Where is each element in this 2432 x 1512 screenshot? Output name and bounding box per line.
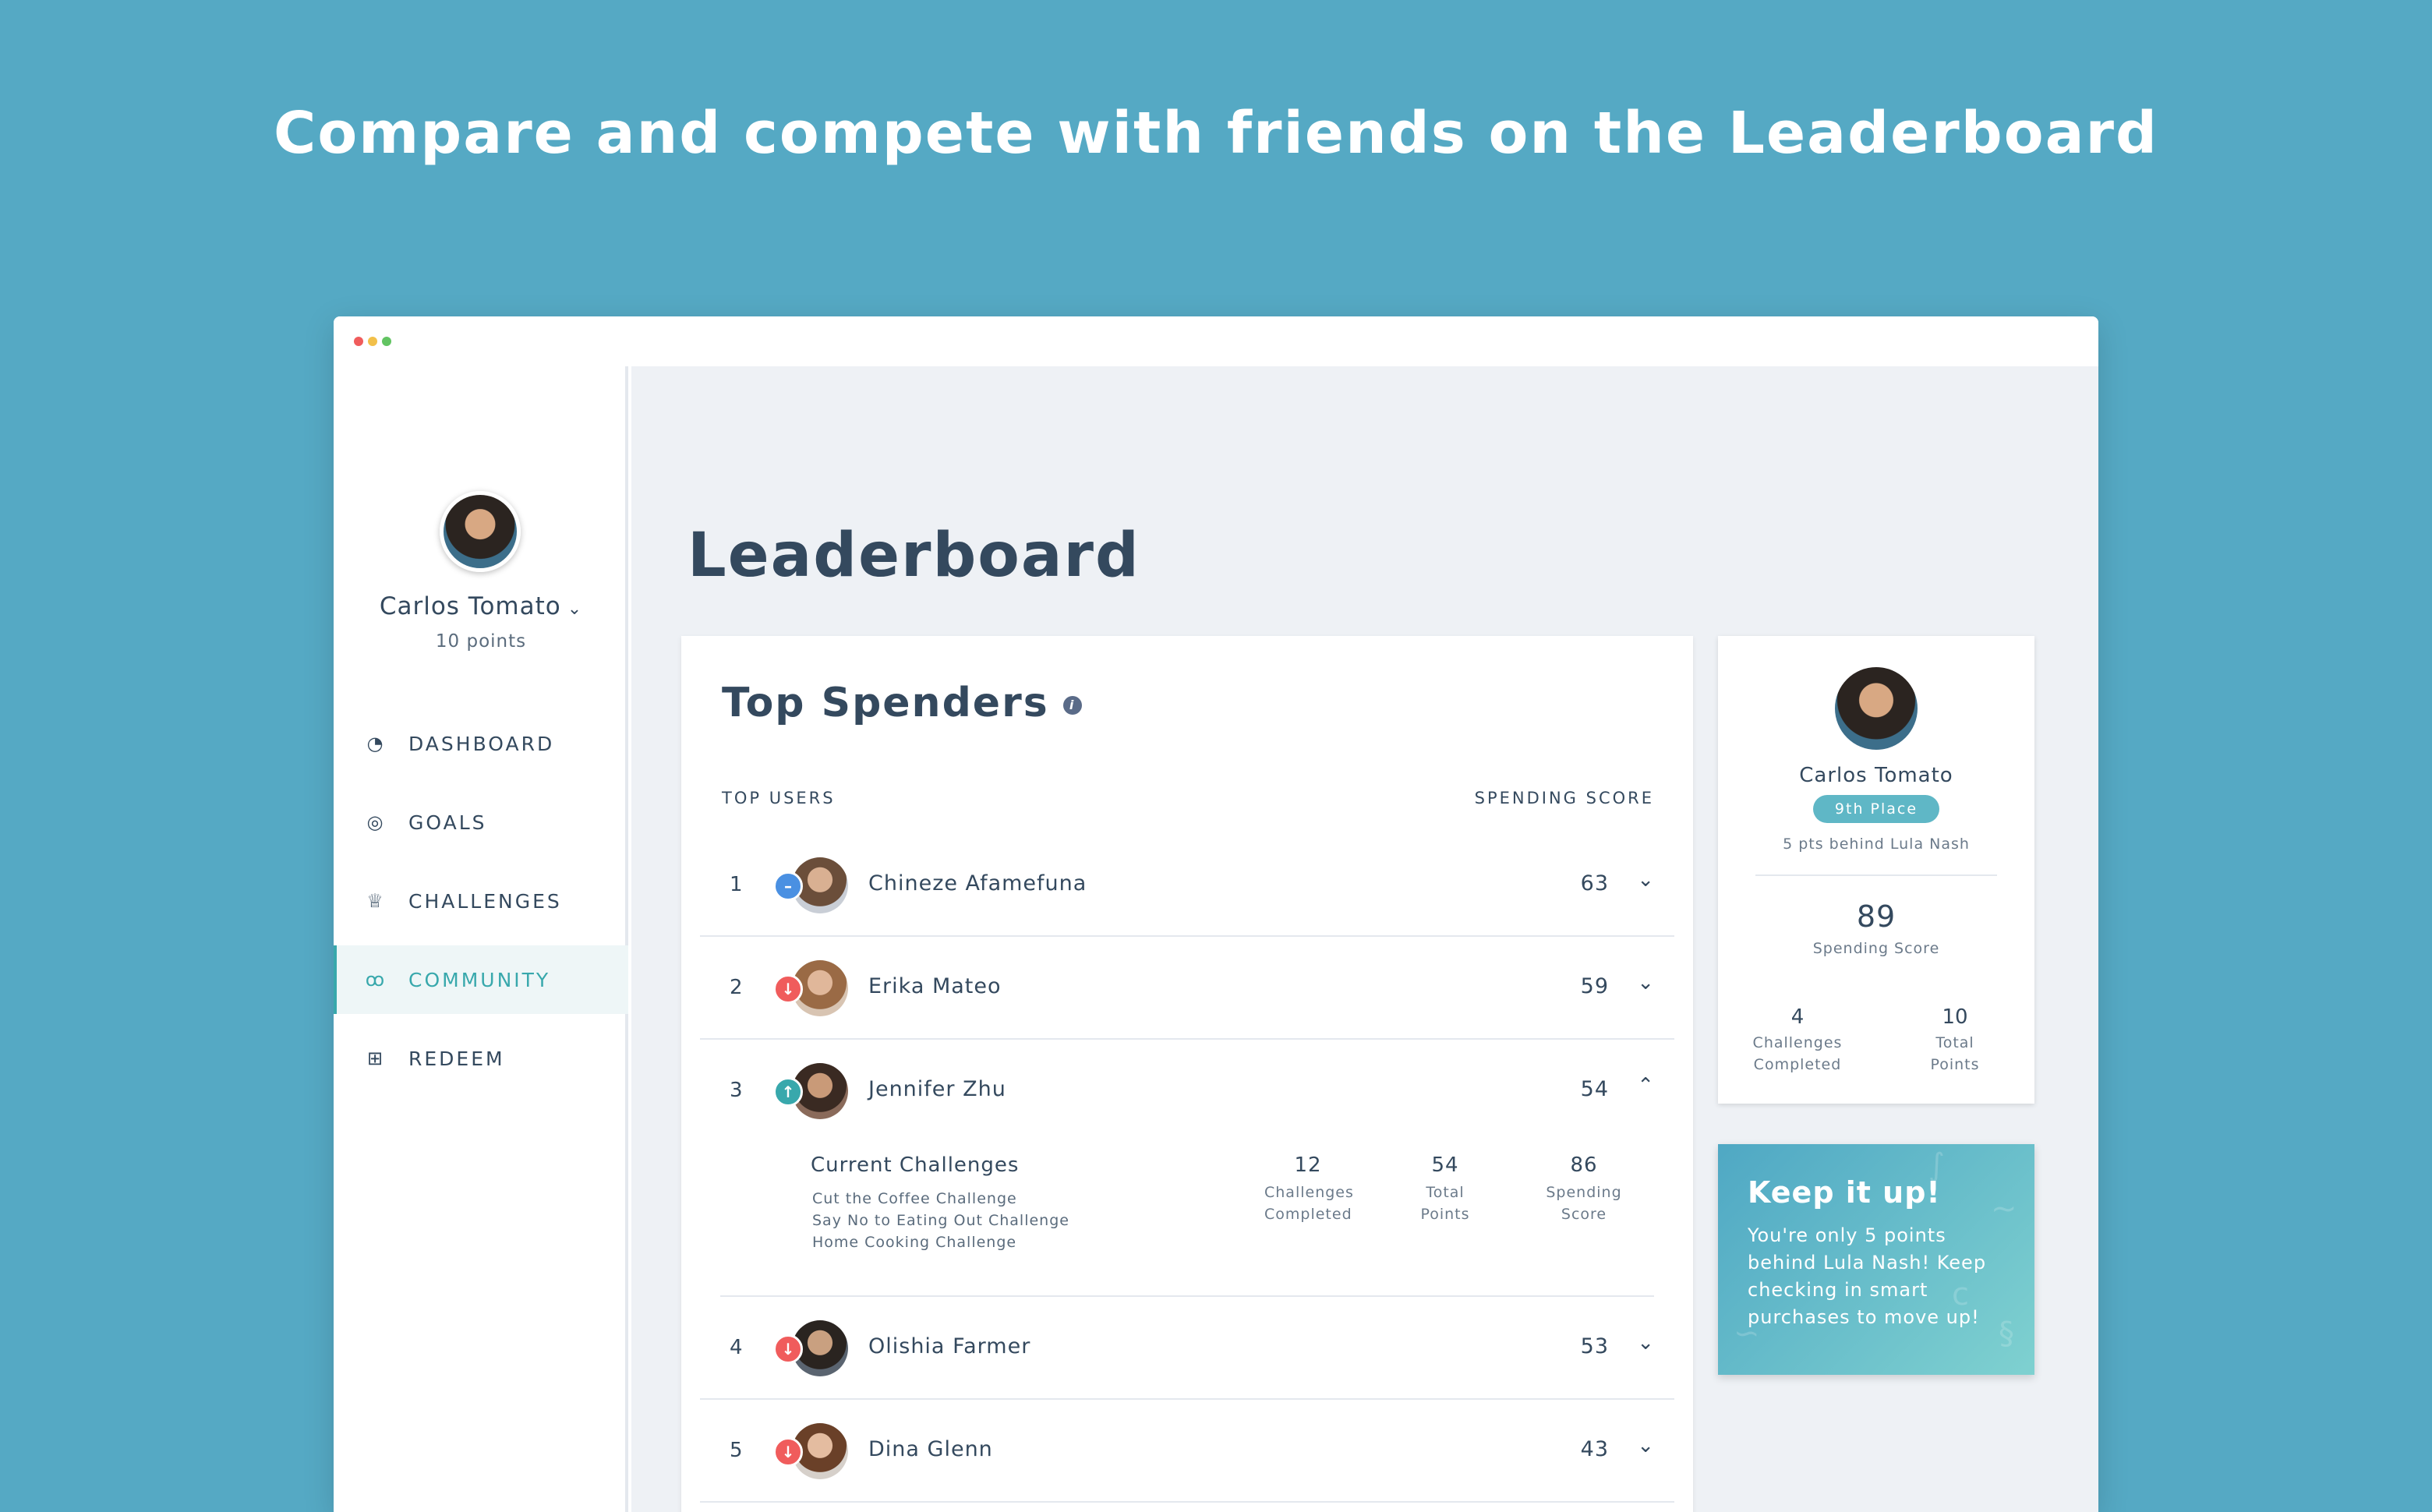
stat-value: 12 bbox=[1294, 1153, 1322, 1177]
row-score: 63 bbox=[1580, 871, 1609, 896]
stat-label: Spending Score bbox=[1546, 1184, 1622, 1223]
leaderboard-row[interactable]: 2 ↓ Erika Mateo 59 ⌄ bbox=[700, 937, 1674, 1040]
sidebar-item-dashboard[interactable]: ◔ DASHBOARD bbox=[334, 709, 628, 778]
row-rank: 1 bbox=[730, 873, 743, 896]
points-behind-text: 5 pts behind Lula Nash bbox=[1783, 835, 1970, 853]
sidebar-item-label: CHALLENGES bbox=[408, 889, 562, 913]
arrow-up-icon: ↑ bbox=[773, 1077, 803, 1107]
row-name: Jennifer Zhu bbox=[868, 1077, 1006, 1101]
app-window: Carlos Tomato ⌄ 10 points ◔ DASHBOARD ◎ G… bbox=[334, 316, 2098, 1512]
current-challenges-list: Cut the Coffee Challenge Say No to Eatin… bbox=[812, 1188, 1069, 1253]
row-rank: 2 bbox=[730, 976, 743, 999]
row-name: Olishia Farmer bbox=[868, 1334, 1031, 1358]
info-icon[interactable]: i bbox=[1062, 696, 1082, 715]
stat-label: Total Points bbox=[1930, 1034, 1980, 1073]
stat-label: Total Points bbox=[1420, 1184, 1470, 1223]
leaderboard-list: 1 – Chineze Afamefuna 63 ⌄ 2 ↓ Erika Mat… bbox=[700, 834, 1674, 1503]
leaderboard-title: Top Spenders i bbox=[722, 680, 1082, 726]
stat-challenges-completed: 12 Challenges Completed bbox=[1246, 1153, 1370, 1225]
row-score: 43 bbox=[1580, 1437, 1609, 1461]
chevron-up-icon[interactable]: ⌃ bbox=[1637, 1074, 1654, 1097]
row-rank: 4 bbox=[730, 1336, 743, 1359]
row-score: 59 bbox=[1580, 974, 1609, 998]
leaderboard-card: Top Spenders i TOP USERS SPENDING SCORE 1… bbox=[681, 636, 1693, 1512]
close-window-dot[interactable] bbox=[354, 337, 363, 346]
user-name: Carlos Tomato bbox=[379, 592, 561, 620]
stat-value: 86 bbox=[1570, 1153, 1598, 1177]
current-challenges-title: Current Challenges bbox=[811, 1153, 1020, 1177]
chevron-down-icon[interactable]: ⌄ bbox=[1637, 1331, 1654, 1355]
user-avatar[interactable] bbox=[440, 491, 521, 572]
avatar bbox=[1835, 667, 1918, 750]
challenge-item: Home Cooking Challenge bbox=[812, 1234, 1017, 1251]
place-badge: 9th Place bbox=[1813, 795, 1939, 823]
stat-spending-score: 86 Spending Score bbox=[1522, 1153, 1646, 1225]
leaderboard-row[interactable]: 1 – Chineze Afamefuna 63 ⌄ bbox=[700, 834, 1674, 937]
row-rank: 3 bbox=[730, 1079, 743, 1102]
trophy-icon: ♕ bbox=[366, 890, 384, 912]
main-content: Leaderboard Top Spenders i TOP USERS SPEN… bbox=[631, 366, 2098, 1512]
chevron-down-icon[interactable]: ⌄ bbox=[1637, 1434, 1654, 1457]
sidebar-item-goals[interactable]: ◎ GOALS bbox=[334, 788, 628, 857]
leaderboard-title-text: Top Spenders bbox=[722, 680, 1049, 726]
row-score: 54 bbox=[1580, 1077, 1609, 1101]
leaderboard-row[interactable]: 5 ↓ Dina Glenn 43 ⌄ bbox=[700, 1400, 1674, 1503]
chevron-down-icon: ⌄ bbox=[567, 599, 583, 619]
profile-stat-challenges: 4 Challenges Completed bbox=[1735, 1005, 1860, 1076]
sidebar-item-community[interactable]: ꝏ COMMUNITY bbox=[334, 945, 628, 1014]
sidebar-item-label: REDEEM bbox=[408, 1047, 505, 1070]
encouragement-card: ∫ ~ c ∽ § Keep it up! You're only 5 poin… bbox=[1718, 1144, 2034, 1375]
encouragement-text: You're only 5 points behind Lula Nash! K… bbox=[1748, 1224, 1987, 1328]
target-icon: ◎ bbox=[366, 811, 384, 833]
column-header-users: TOP USERS bbox=[722, 789, 836, 807]
stat-value: 4 bbox=[1790, 1005, 1805, 1029]
user-points: 10 points bbox=[435, 631, 527, 652]
sidebar: Carlos Tomato ⌄ 10 points ◔ DASHBOARD ◎ G… bbox=[334, 366, 628, 1512]
gift-icon: ⊞ bbox=[366, 1047, 384, 1069]
sidebar-item-label: DASHBOARD bbox=[408, 732, 555, 755]
row-rank: 5 bbox=[730, 1439, 743, 1462]
profile-stat-points: 10 Total Points bbox=[1893, 1005, 2017, 1076]
leaderboard-row[interactable]: 4 ↓ Olishia Farmer 53 ⌄ bbox=[700, 1297, 1674, 1400]
sidebar-item-redeem[interactable]: ⊞ REDEEM bbox=[334, 1024, 628, 1093]
encouragement-title: Keep it up! bbox=[1748, 1175, 1941, 1210]
sidebar-item-challenges[interactable]: ♕ CHALLENGES bbox=[334, 867, 628, 935]
window-titlebar bbox=[334, 316, 2098, 366]
stat-label: Challenges Completed bbox=[1752, 1034, 1843, 1073]
row-score: 53 bbox=[1580, 1334, 1609, 1358]
spending-score-label: Spending Score bbox=[1812, 940, 1940, 957]
stat-total-points: 54 Total Points bbox=[1383, 1153, 1508, 1225]
column-header-score: SPENDING SCORE bbox=[1474, 789, 1654, 807]
maximize-window-dot[interactable] bbox=[382, 337, 391, 346]
challenge-item: Cut the Coffee Challenge bbox=[812, 1190, 1017, 1207]
row-name: Erika Mateo bbox=[868, 974, 1002, 998]
user-menu[interactable]: Carlos Tomato ⌄ bbox=[334, 592, 628, 620]
chevron-down-icon[interactable]: ⌄ bbox=[1637, 971, 1654, 994]
page-title: Leaderboard bbox=[688, 521, 1140, 591]
row-name: Dina Glenn bbox=[868, 1437, 993, 1461]
arrow-down-icon: ↓ bbox=[773, 1437, 803, 1467]
stat-value: 10 bbox=[1942, 1005, 1968, 1029]
sidebar-item-label: GOALS bbox=[408, 811, 487, 834]
no-change-icon: – bbox=[773, 871, 803, 901]
arrow-down-icon: ↓ bbox=[773, 974, 803, 1004]
minimize-window-dot[interactable] bbox=[368, 337, 377, 346]
sidebar-item-label: COMMUNITY bbox=[408, 968, 551, 991]
sidebar-nav: ◔ DASHBOARD ◎ GOALS ♕ CHALLENGES ꝏ COMMU… bbox=[334, 709, 628, 1103]
profile-name: Carlos Tomato bbox=[1799, 764, 1953, 787]
challenge-item: Say No to Eating Out Challenge bbox=[812, 1212, 1069, 1229]
divider bbox=[1755, 874, 1997, 876]
arrow-down-icon: ↓ bbox=[773, 1334, 803, 1364]
gauge-icon: ◔ bbox=[366, 733, 384, 754]
profile-summary-card: Carlos Tomato 9th Place 5 pts behind Lul… bbox=[1718, 636, 2034, 1104]
row-name: Chineze Afamefuna bbox=[868, 871, 1087, 896]
stat-value: 54 bbox=[1431, 1153, 1459, 1177]
people-icon: ꝏ bbox=[365, 969, 385, 991]
spending-score-value: 89 bbox=[1856, 899, 1896, 934]
stat-label: Challenges Completed bbox=[1264, 1184, 1354, 1223]
marketing-headline: Compare and compete with friends on the … bbox=[274, 100, 2158, 167]
chevron-down-icon[interactable]: ⌄ bbox=[1637, 868, 1654, 892]
leaderboard-row-expanded[interactable]: 3 ↑ Jennifer Zhu 54 ⌃ Current Challenges… bbox=[700, 1040, 1674, 1297]
